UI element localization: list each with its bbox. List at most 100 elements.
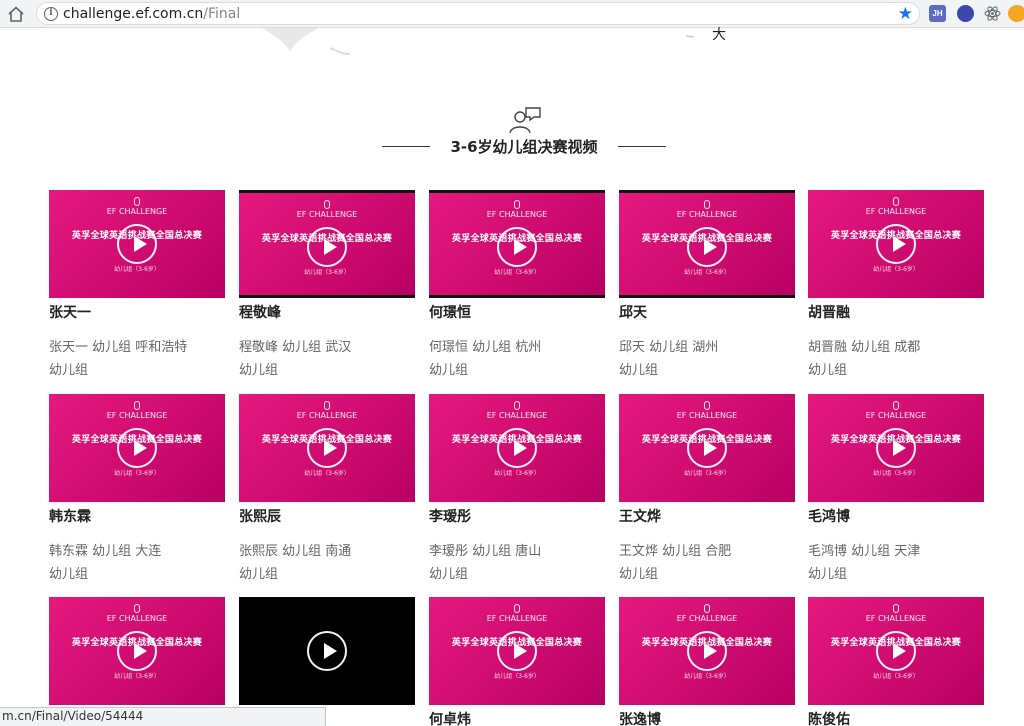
play-icon[interactable] bbox=[876, 224, 916, 264]
video-card[interactable]: EF CHALLENGE 英孚全球英语挑战赛全国总决赛 幼儿组（3-6岁） bbox=[49, 597, 225, 711]
video-group-line: 幼儿组 bbox=[808, 567, 848, 582]
extension-icon[interactable] bbox=[1008, 5, 1024, 22]
video-title[interactable]: 毛鸿博 bbox=[808, 508, 984, 526]
video-thumbnail[interactable]: EF CHALLENGE 英孚全球英语挑战赛全国总决赛 幼儿组（3-6岁） bbox=[808, 190, 984, 298]
video-title[interactable]: 张逸博 bbox=[619, 711, 795, 726]
thumbnail-group: 幼儿组（3-6岁） bbox=[494, 673, 540, 680]
video-card[interactable]: EF CHALLENGE 英孚全球英语挑战赛全国总决赛 幼儿组（3-6岁） 张熙辰 张熙… bbox=[239, 394, 415, 586]
info-icon[interactable]: i bbox=[44, 7, 58, 21]
video-title[interactable]: 胡晋融 bbox=[808, 304, 984, 322]
video-description: 韩东霖 幼儿组 大连 幼儿组 bbox=[49, 540, 225, 586]
video-card[interactable]: EF CHALLENGE 英孚全球英语挑战赛全国总决赛 幼儿组（3-6岁） 何璟恒 何璟… bbox=[429, 190, 605, 382]
play-icon[interactable] bbox=[876, 631, 916, 671]
play-icon[interactable] bbox=[307, 631, 347, 671]
play-icon[interactable] bbox=[117, 224, 157, 264]
video-thumbnail[interactable]: EF CHALLENGE 英孚全球英语挑战赛全国总决赛 幼儿组（3-6岁） bbox=[49, 190, 225, 298]
ef-challenge-logo: EF CHALLENGE bbox=[808, 401, 984, 421]
bookmark-star-icon[interactable]: ★ bbox=[898, 4, 913, 24]
video-description: 胡晋融 幼儿组 成都 幼儿组 bbox=[808, 336, 984, 382]
extension-jh-icon[interactable]: JH bbox=[929, 5, 946, 22]
video-thumbnail[interactable]: EF CHALLENGE 英孚全球英语挑战赛全国总决赛 幼儿组（3-6岁） bbox=[619, 394, 795, 502]
video-title[interactable]: 李瑷彤 bbox=[429, 508, 605, 526]
video-description: 张天一 幼儿组 呼和浩特 幼儿组 bbox=[49, 336, 225, 382]
play-icon[interactable] bbox=[307, 428, 347, 468]
video-card[interactable]: EF CHALLENGE 英孚全球英语挑战赛全国总决赛 幼儿组（3-6岁） 毛鸿博毛鸿… bbox=[808, 394, 984, 586]
video-thumbnail[interactable]: EF CHALLENGE 英孚全球英语挑战赛全国总决赛 幼儿组（3-6岁） bbox=[808, 597, 984, 705]
video-card[interactable]: EF CHALLENGE 英孚全球英语挑战赛全国总决赛 幼儿组（3-6岁） 何卓炜 bbox=[429, 597, 605, 726]
video-chat-icon bbox=[509, 107, 541, 134]
play-icon[interactable] bbox=[497, 631, 537, 671]
video-card[interactable]: EF CHALLENGE 英孚全球英语挑战赛全国总决赛 幼儿组（3-6岁） 王文烨王文… bbox=[619, 394, 795, 586]
video-description-line: 王文烨 幼儿组 合肥 bbox=[619, 544, 732, 559]
microphone-icon bbox=[324, 401, 330, 410]
video-description-line: 毛鸿博 幼儿组 天津 bbox=[808, 544, 921, 559]
play-icon[interactable] bbox=[497, 428, 537, 468]
microphone-icon bbox=[134, 197, 140, 206]
video-card[interactable]: EF CHALLENGE 英孚全球英语挑战赛全国总决赛 幼儿组（3-6岁） 陈俊佑 bbox=[808, 597, 984, 726]
react-extension-icon[interactable] bbox=[984, 5, 1001, 22]
play-icon[interactable] bbox=[876, 428, 916, 468]
play-icon[interactable] bbox=[117, 428, 157, 468]
heading-left-line bbox=[382, 145, 431, 147]
video-thumbnail[interactable]: EF CHALLENGE 英孚全球英语挑战赛全国总决赛 幼儿组（3-6岁） bbox=[619, 597, 795, 705]
video-card[interactable]: EF CHALLENGE 英孚全球英语挑战赛全国总决赛 幼儿组（3-6岁） 张天一张天… bbox=[49, 190, 225, 382]
video-description-line: 邱天 幼儿组 湖州 bbox=[619, 340, 719, 355]
video-card[interactable]: EF CHALLENGE 英孚全球英语挑战赛全国总决赛 幼儿组（3-6岁） 李瑷彤李瑷… bbox=[429, 394, 605, 586]
video-group-line: 幼儿组 bbox=[808, 363, 848, 378]
play-icon[interactable] bbox=[687, 227, 727, 267]
microphone-icon bbox=[134, 401, 140, 410]
microphone-icon bbox=[893, 197, 899, 206]
video-thumbnail[interactable]: EF CHALLENGE 英孚全球英语挑战赛全国总决赛 幼儿组（3-6岁） bbox=[49, 597, 225, 705]
video-description: 程敬峰 幼儿组 武汉 幼儿组 bbox=[239, 336, 415, 382]
thumbnail-group: 幼儿组（3-6岁） bbox=[873, 673, 919, 680]
browser-toolbar: i challenge.ef.com.cn/Final ★ JH bbox=[0, 0, 1024, 28]
play-icon[interactable] bbox=[497, 227, 537, 267]
thumbnail-group: 幼儿组（3-6岁） bbox=[873, 470, 919, 477]
microphone-icon bbox=[134, 604, 140, 613]
video-title[interactable]: 程敬峰 bbox=[239, 304, 415, 322]
thumbnail-brand: EF CHALLENGE bbox=[676, 614, 738, 623]
video-title[interactable]: 张熙辰 bbox=[239, 508, 415, 526]
video-card[interactable]: EF CHALLENGE 英孚全球英语挑战赛全国总决赛 幼儿组（3-6岁） 程敬峰程敬… bbox=[239, 190, 415, 382]
video-thumbnail[interactable]: EF CHALLENGE 英孚全球英语挑战赛全国总决赛 幼儿组（3-6岁） bbox=[49, 394, 225, 502]
video-title[interactable]: 何卓炜 bbox=[429, 711, 605, 726]
video-thumbnail[interactable]: EF CHALLENGE 英孚全球英语挑战赛全国总决赛 幼儿组（3-6岁） bbox=[619, 190, 795, 298]
video-title[interactable]: 邱天 bbox=[619, 304, 795, 322]
video-card[interactable] bbox=[239, 597, 415, 711]
ef-challenge-logo: EF CHALLENGE bbox=[49, 401, 225, 421]
video-card[interactable]: EF CHALLENGE 英孚全球英语挑战赛全国总决赛 幼儿组（3-6岁） 邱天邱天 … bbox=[619, 190, 795, 382]
play-icon[interactable] bbox=[117, 631, 157, 671]
video-thumbnail[interactable]: EF CHALLENGE 英孚全球英语挑战赛全国总决赛 幼儿组（3-6岁） bbox=[429, 190, 605, 298]
video-description: 李瑷彤 幼儿组 唐山 幼儿组 bbox=[429, 540, 605, 586]
video-title[interactable]: 陈俊佑 bbox=[808, 711, 984, 726]
microphone-icon bbox=[704, 200, 710, 209]
video-title[interactable]: 何璟恒 bbox=[429, 304, 605, 322]
video-thumbnail[interactable]: EF CHALLENGE 英孚全球英语挑战赛全国总决赛 幼儿组（3-6岁） bbox=[429, 394, 605, 502]
extension-icon[interactable] bbox=[957, 5, 974, 22]
play-icon[interactable] bbox=[687, 428, 727, 468]
video-title[interactable]: 张天一 bbox=[49, 304, 225, 322]
thumbnail-brand: EF CHALLENGE bbox=[865, 614, 927, 623]
url-text: challenge.ef.com.cn/Final bbox=[63, 6, 240, 23]
video-group-line: 幼儿组 bbox=[619, 363, 659, 378]
video-thumbnail[interactable]: EF CHALLENGE 英孚全球英语挑战赛全国总决赛 幼儿组（3-6岁） bbox=[429, 597, 605, 705]
video-title[interactable]: 王文烨 bbox=[619, 508, 795, 526]
home-icon[interactable] bbox=[6, 5, 26, 23]
ef-challenge-logo: EF CHALLENGE bbox=[619, 401, 795, 421]
video-thumbnail[interactable] bbox=[239, 597, 415, 705]
ef-challenge-logo: EF CHALLENGE bbox=[619, 604, 795, 624]
video-thumbnail[interactable]: EF CHALLENGE 英孚全球英语挑战赛全国总决赛 幼儿组（3-6岁） bbox=[239, 190, 415, 298]
play-icon[interactable] bbox=[687, 631, 727, 671]
video-title[interactable]: 韩东霖 bbox=[49, 508, 225, 526]
play-icon[interactable] bbox=[307, 227, 347, 267]
section-heading: 3-6岁幼儿组决赛视频 bbox=[382, 132, 666, 160]
video-card[interactable]: EF CHALLENGE 英孚全球英语挑战赛全国总决赛 幼儿组（3-6岁） 胡晋融胡晋… bbox=[808, 190, 984, 382]
address-bar[interactable]: i challenge.ef.com.cn/Final ★ bbox=[36, 2, 920, 25]
microphone-icon bbox=[893, 401, 899, 410]
video-thumbnail[interactable]: EF CHALLENGE 英孚全球英语挑战赛全国总决赛 幼儿组（3-6岁） bbox=[808, 394, 984, 502]
video-thumbnail[interactable]: EF CHALLENGE 英孚全球英语挑战赛全国总决赛 幼儿组（3-6岁） bbox=[239, 394, 415, 502]
video-card[interactable]: EF CHALLENGE 英孚全球英语挑战赛全国总决赛 幼儿组（3-6岁） 韩东霖韩东… bbox=[49, 394, 225, 586]
thumbnail-brand: EF CHALLENGE bbox=[106, 614, 168, 623]
video-card[interactable]: EF CHALLENGE 英孚全球英语挑战赛全国总决赛 幼儿组（3-6岁） 张逸博 bbox=[619, 597, 795, 726]
microphone-icon bbox=[704, 604, 710, 613]
